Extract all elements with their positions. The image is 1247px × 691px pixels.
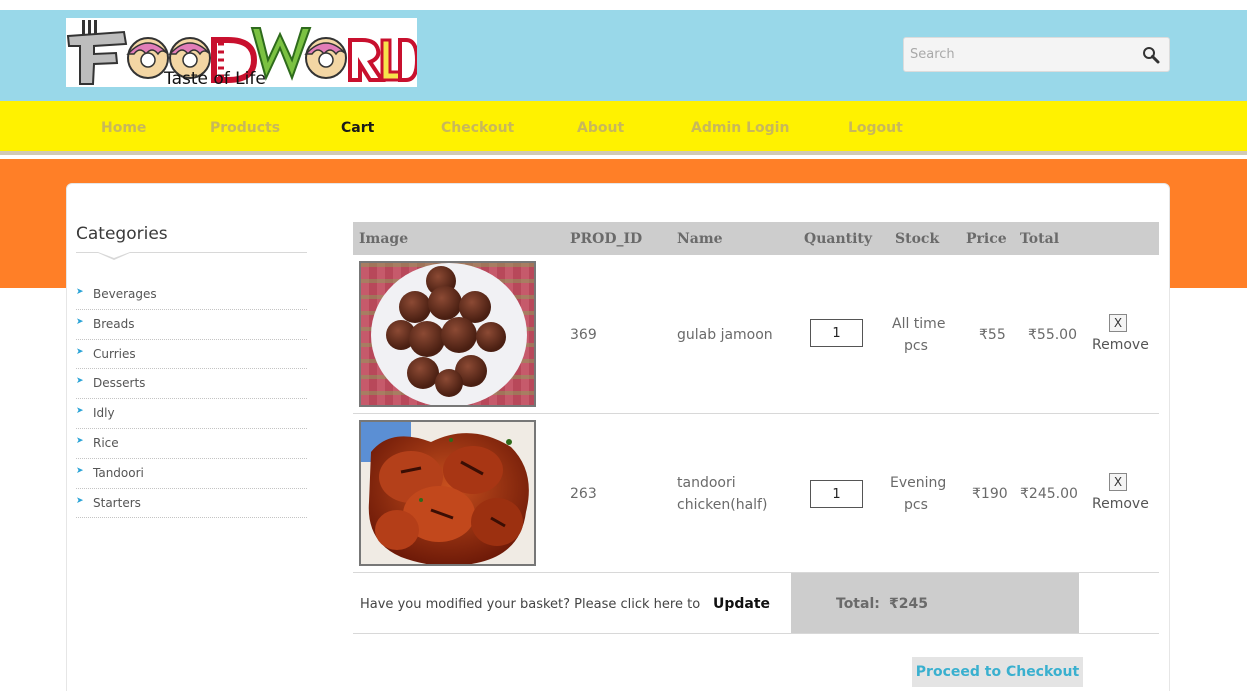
- chevron-right-icon: ➤: [76, 346, 84, 357]
- logo-tagline: Taste of Life: [163, 69, 266, 87]
- search-box[interactable]: [903, 37, 1170, 72]
- category-item-rice[interactable]: ➤ Rice: [76, 429, 307, 459]
- cart-table-header: Image PROD_ID Name Quantity Stock Price …: [353, 222, 1159, 255]
- nav-item-admin-login[interactable]: Admin Login: [691, 120, 789, 136]
- nav-item-about[interactable]: About: [577, 120, 624, 136]
- stock-unit: pcs: [904, 338, 928, 354]
- cart-total-box: Total: ₹245: [791, 573, 1079, 633]
- column-header-prod-id: PROD_ID: [570, 231, 643, 247]
- product-name: gulab jamoon: [677, 327, 773, 343]
- product-id: 369: [570, 327, 597, 343]
- nav-item-home[interactable]: Home: [101, 120, 146, 136]
- line-total: ₹245.00: [1020, 486, 1078, 502]
- nav-item-checkout[interactable]: Checkout: [441, 120, 514, 136]
- category-item-idly[interactable]: ➤ Idly: [76, 399, 307, 429]
- stock-value: Evening: [890, 475, 947, 491]
- categories-heading: Categories: [76, 224, 168, 244]
- product-id: 263: [570, 486, 597, 502]
- product-image-tandoori-chicken: [359, 420, 536, 566]
- category-item-breads[interactable]: ➤ Breads: [76, 310, 307, 340]
- nav-item-products[interactable]: Products: [210, 120, 280, 136]
- chevron-right-icon: ➤: [76, 376, 84, 387]
- site-header: Taste of Life: [0, 10, 1247, 101]
- remove-link[interactable]: Remove: [1092, 337, 1149, 353]
- total-value: ₹245: [889, 596, 928, 612]
- quantity-input[interactable]: [810, 480, 863, 508]
- product-name: tandoori: [677, 475, 736, 491]
- remove-x-icon[interactable]: X: [1109, 473, 1127, 491]
- stock-unit: pcs: [904, 497, 928, 513]
- chevron-right-icon: ➤: [76, 316, 84, 327]
- nav-item-cart[interactable]: Cart: [341, 120, 374, 136]
- column-header-image: Image: [359, 231, 409, 247]
- table-row: 369 gulab jamoon All time pcs ₹55 ₹55.00…: [353, 255, 1159, 414]
- line-total: ₹55.00: [1028, 327, 1077, 343]
- site-logo[interactable]: Taste of Life: [66, 18, 417, 87]
- update-button[interactable]: Update: [713, 596, 770, 612]
- remove-link[interactable]: Remove: [1092, 496, 1149, 512]
- column-header-total: Total: [1020, 231, 1060, 247]
- column-header-stock: Stock: [895, 231, 940, 247]
- quantity-input[interactable]: [810, 319, 863, 347]
- category-item-beverages[interactable]: ➤ Beverages: [76, 280, 307, 310]
- basket-modified-text: Have you modified your basket? Please cl…: [360, 597, 701, 612]
- foodworld-logo-image: Taste of Life: [66, 20, 417, 87]
- main-nav: Home Products Cart Checkout About Admin …: [0, 101, 1247, 155]
- category-list: ➤ Beverages ➤ Breads ➤ Curries ➤ Desserts ➤ I…: [76, 280, 307, 519]
- total-label: Total:: [836, 596, 880, 612]
- proceed-to-checkout-button[interactable]: Proceed to Checkout: [912, 657, 1083, 687]
- category-item-tandoori[interactable]: ➤ Tandoori: [76, 459, 307, 489]
- category-item-curries[interactable]: ➤ Curries: [76, 340, 307, 370]
- column-header-name: Name: [677, 231, 723, 247]
- search-icon[interactable]: [1141, 45, 1161, 65]
- cart-summary-row: Have you modified your basket? Please cl…: [353, 573, 1159, 634]
- category-item-desserts[interactable]: ➤ Desserts: [76, 369, 307, 400]
- chevron-right-icon: ➤: [76, 406, 84, 417]
- column-header-price: Price: [966, 231, 1007, 247]
- chevron-right-icon: ➤: [76, 287, 84, 297]
- column-header-quantity: Quantity: [804, 231, 873, 247]
- remove-x-icon[interactable]: X: [1109, 314, 1127, 332]
- chevron-right-icon: ➤: [76, 435, 84, 446]
- unit-price: ₹55: [979, 327, 1006, 343]
- product-image-gulab-jamoon: [359, 261, 536, 407]
- search-input[interactable]: [904, 38, 1134, 71]
- stock-value: All time: [892, 316, 946, 332]
- chevron-right-icon: ➤: [76, 495, 84, 506]
- product-name-line2: chicken(half): [677, 497, 768, 513]
- nav-item-logout[interactable]: Logout: [848, 120, 903, 136]
- page: Taste of Life Home Products Cart Checkou…: [0, 0, 1247, 691]
- category-item-starters[interactable]: ➤ Starters: [76, 489, 307, 519]
- chevron-right-icon: ➤: [76, 465, 84, 476]
- unit-price: ₹190: [972, 486, 1008, 502]
- table-row: 263 tandoori chicken(half) Evening pcs ₹…: [353, 414, 1159, 573]
